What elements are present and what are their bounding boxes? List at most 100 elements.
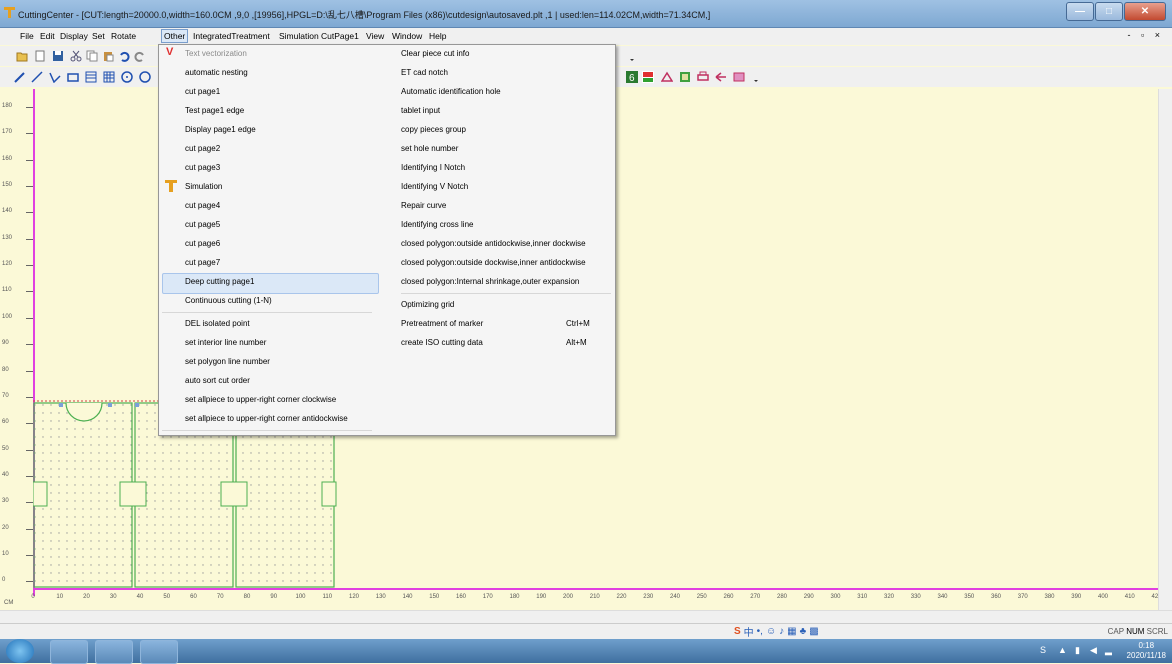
- menu-item-cut-page2[interactable]: cut page2: [185, 144, 220, 153]
- menu-item-identifying-v-notch[interactable]: Identifying V Notch: [401, 182, 468, 191]
- ime-keyboard-icon[interactable]: ▦: [787, 626, 796, 637]
- menu-item-set-allpiece-to-upper-right-corner-antidockwise[interactable]: set allpiece to upper-right corner antid…: [185, 414, 348, 423]
- horizontal-scrollbar[interactable]: [0, 610, 1172, 623]
- pattern-box-icon[interactable]: [733, 71, 745, 83]
- menu-item-set-interior-line-number[interactable]: set interior line number: [185, 338, 266, 347]
- cut-icon[interactable]: [70, 50, 82, 62]
- menu-item-closed-polygon-outside-dockwise-inner-antidockwise[interactable]: closed polygon:outside dockwise,inner an…: [401, 258, 586, 267]
- taskbar-app-wechat[interactable]: [140, 640, 178, 664]
- list-grid-icon[interactable]: [85, 71, 97, 83]
- ime-tools-icon[interactable]: ▩: [809, 626, 818, 637]
- menu-item-closed-polygon-outside-antidockwise-inner-dockwise[interactable]: closed polygon:outside antidockwise,inne…: [401, 239, 586, 248]
- save-icon[interactable]: [52, 50, 64, 62]
- clock[interactable]: 0:18 2020/11/18: [1127, 641, 1166, 661]
- menu-item-clear-piece-cut-info[interactable]: Clear piece cut info: [401, 49, 469, 58]
- menu-display[interactable]: Display: [58, 30, 90, 42]
- menu-cutpage1[interactable]: CutPage1: [319, 30, 361, 42]
- start-button[interactable]: [6, 639, 34, 663]
- menu-item-set-allpiece-to-upper-right-corner-clockwise[interactable]: set allpiece to upper-right corner clock…: [185, 395, 336, 404]
- menu-item-set-hole-number[interactable]: set hole number: [401, 144, 458, 153]
- open-icon[interactable]: [16, 50, 28, 62]
- menu-item-automatic-identification-hole[interactable]: Automatic identification hole: [401, 87, 501, 96]
- toolbar-overflow-icon[interactable]: [626, 50, 638, 62]
- menu-item-cut-page3[interactable]: cut page3: [185, 163, 220, 172]
- menu-item-display-page1-edge[interactable]: Display page1 edge: [185, 125, 256, 134]
- printer-icon[interactable]: [697, 71, 709, 83]
- arrow-left-icon[interactable]: [715, 71, 727, 83]
- minimize-button[interactable]: —: [1066, 2, 1094, 21]
- taskbar-app-cuttingcenter[interactable]: [95, 640, 133, 664]
- green-box-icon[interactable]: [679, 71, 691, 83]
- menu-item-identifying-i-notch[interactable]: Identifying I Notch: [401, 163, 465, 172]
- ime-emoji-icon[interactable]: ☺: [766, 626, 776, 637]
- menu-item-automatic-nesting[interactable]: automatic nesting: [185, 68, 248, 77]
- close-button[interactable]: ✕: [1124, 2, 1166, 21]
- piece-handle[interactable]: [108, 403, 112, 407]
- ime-skin-icon[interactable]: ♣: [800, 626, 807, 637]
- line-icon[interactable]: [31, 71, 43, 83]
- menu-item-pretreatment-of-marker[interactable]: Pretreatment of marker: [401, 319, 483, 328]
- redo-icon[interactable]: [134, 50, 146, 62]
- menu-item-optimizing-grid[interactable]: Optimizing grid: [401, 300, 454, 309]
- menu-item-set-polygon-line-number[interactable]: set polygon line number: [185, 357, 270, 366]
- menu-item-cut-page6[interactable]: cut page6: [185, 239, 220, 248]
- menu-view[interactable]: View: [364, 30, 386, 42]
- circle-icon[interactable]: [139, 71, 151, 83]
- table-grid-icon[interactable]: [103, 71, 115, 83]
- vertical-scrollbar[interactable]: [1158, 89, 1172, 610]
- ime-voice-icon[interactable]: ♪: [779, 626, 784, 637]
- rectangle-icon[interactable]: [67, 71, 79, 83]
- sogou-tray-icon[interactable]: S: [1040, 645, 1046, 655]
- piece-handle[interactable]: [59, 403, 63, 407]
- polyline-icon[interactable]: [49, 71, 61, 83]
- menu-item-continuous-cutting-1-n[interactable]: Continuous cutting (1-N): [185, 296, 272, 305]
- new-icon[interactable]: [34, 50, 46, 62]
- maximize-button[interactable]: □: [1095, 2, 1123, 21]
- fraction-icon[interactable]: [642, 71, 654, 83]
- network-icon[interactable]: ▮: [1075, 645, 1080, 656]
- menu-item-deep-cutting-page1[interactable]: Deep cutting page1: [185, 277, 254, 286]
- menu-set[interactable]: Set: [90, 30, 107, 42]
- ime-punct-icon[interactable]: •,: [757, 626, 763, 637]
- menu-item-cut-page5[interactable]: cut page5: [185, 220, 220, 229]
- taskbar-app-explorer[interactable]: [50, 640, 88, 664]
- menu-item-identifying-cross-line[interactable]: Identifying cross line: [401, 220, 473, 229]
- ime-chinese-icon[interactable]: 中: [744, 624, 754, 639]
- menu-window[interactable]: Window: [390, 30, 424, 42]
- volume-icon[interactable]: ◀: [1090, 645, 1097, 656]
- menu-item-auto-sort-cut-order[interactable]: auto sort cut order: [185, 376, 250, 385]
- menu-help[interactable]: Help: [427, 30, 448, 42]
- menu-item-repair-curve[interactable]: Repair curve: [401, 201, 446, 210]
- pattern-piece[interactable]: [33, 402, 133, 588]
- mdi-controls[interactable]: - ▫ ×: [1128, 30, 1164, 40]
- menu-simulation[interactable]: Simulation: [277, 30, 321, 42]
- piece-handle[interactable]: [135, 403, 139, 407]
- menu-item-closed-polygon-internal-shrinkage-outer-expansion[interactable]: closed polygon:Internal shrinkage,outer …: [401, 277, 579, 286]
- paste-icon[interactable]: [102, 50, 114, 62]
- sogou-icon[interactable]: S: [734, 626, 741, 637]
- menu-item-et-cad-notch[interactable]: ET cad notch: [401, 68, 448, 77]
- menu-item-del-isolated-point[interactable]: DEL isolated point: [185, 319, 250, 328]
- menu-item-copy-pieces-group[interactable]: copy pieces group: [401, 125, 466, 134]
- number-six-icon[interactable]: 6: [626, 71, 638, 83]
- menu-item-cut-page4[interactable]: cut page4: [185, 201, 220, 210]
- menu-edit[interactable]: Edit: [38, 30, 57, 42]
- triangle-icon[interactable]: [661, 71, 673, 83]
- menu-other[interactable]: Other: [161, 29, 189, 43]
- menu-item-simulation[interactable]: Simulation: [185, 182, 222, 191]
- show-hidden-icons[interactable]: ▲: [1058, 645, 1067, 655]
- ime-toolbar[interactable]: S 中 •, ☺ ♪ ▦ ♣ ▩: [734, 623, 888, 639]
- menu-item-cut-page7[interactable]: cut page7: [185, 258, 220, 267]
- undo-icon[interactable]: [118, 50, 130, 62]
- toolbar-overflow-icon-2[interactable]: [750, 71, 762, 83]
- circle-center-icon[interactable]: [121, 71, 133, 83]
- menu-file[interactable]: File: [18, 30, 36, 42]
- menu-item-create-iso-cutting-data[interactable]: create ISO cutting data: [401, 338, 483, 347]
- menu-item-test-page1-edge[interactable]: Test page1 edge: [185, 106, 244, 115]
- menu-item-tablet-input[interactable]: tablet input: [401, 106, 440, 115]
- menu-rotate[interactable]: Rotate: [109, 30, 138, 42]
- signal-icon[interactable]: ▂: [1105, 645, 1112, 656]
- menu-item-cut-page1[interactable]: cut page1: [185, 87, 220, 96]
- pencil-icon[interactable]: [14, 71, 26, 83]
- menu-integrated-treatment[interactable]: IntegratedTreatment: [191, 30, 272, 42]
